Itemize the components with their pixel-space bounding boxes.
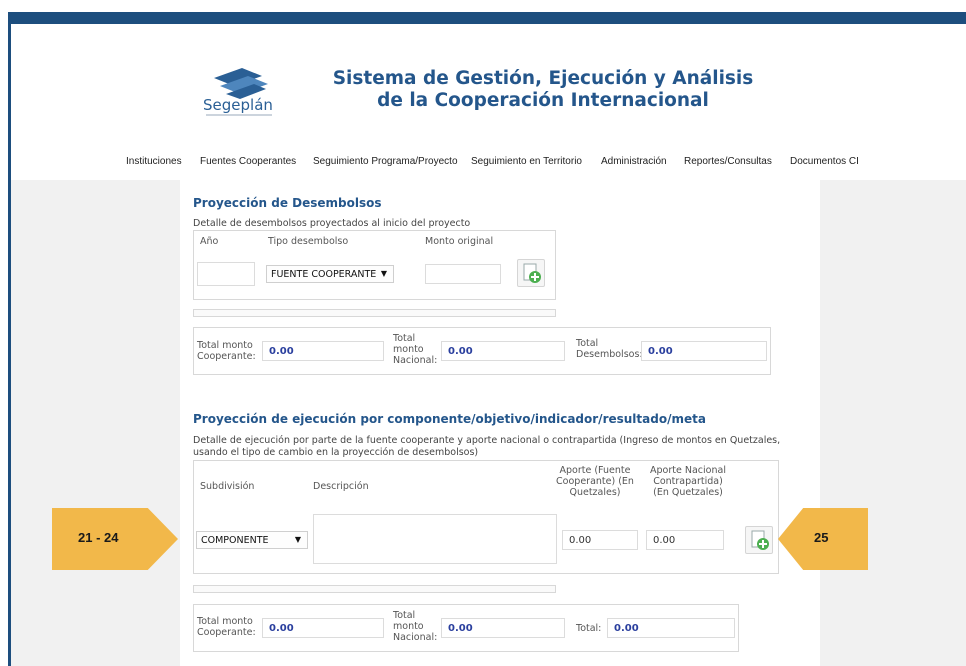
- nav-item-fuentes-cooperantes[interactable]: Fuentes Cooperantes: [200, 156, 296, 167]
- frame-top: [0, 0, 966, 12]
- add-document-icon: [523, 263, 541, 283]
- ejec-total-nacional-field: 0.00: [441, 618, 565, 638]
- nav-item-seguimiento-territorio[interactable]: Seguimiento en Territorio: [471, 156, 582, 167]
- ejec-total-label: Total:: [576, 623, 602, 634]
- col-subdivision-label: Subdivisión: [200, 481, 255, 492]
- total-cooperante-field: 0.00: [262, 341, 384, 361]
- nav-item-documentos-ci[interactable]: Documentos CI: [790, 156, 859, 167]
- tipo-desembolso-value: FUENTE COOPERANTE: [271, 269, 377, 280]
- monto-original-input[interactable]: [425, 264, 501, 284]
- ejecucion-title: Proyección de ejecución por componente/o…: [193, 412, 706, 426]
- col-tipo-desembolso-label: Tipo desembolso: [268, 236, 349, 247]
- callout-right-label: 25: [814, 530, 829, 545]
- col-descripcion-label: Descripción: [313, 481, 369, 492]
- nav-item-reportes-consultas[interactable]: Reportes/Consultas: [684, 156, 772, 167]
- add-ejecucion-button[interactable]: [745, 526, 773, 554]
- chevron-down-icon: ▼: [294, 535, 301, 544]
- page-title: Sistema de Gestión, Ejecución y Análisis…: [300, 68, 786, 112]
- aporte-nacional-input[interactable]: 0.00: [646, 530, 724, 550]
- chevron-down-icon: ▼: [380, 269, 387, 278]
- frame-left-margin: [0, 0, 8, 666]
- ejec-total-value: 0.00: [614, 623, 639, 634]
- nav-item-administracion[interactable]: Administración: [601, 156, 667, 167]
- col-monto-original-label: Monto original: [425, 236, 494, 247]
- logo-text: Segeplán: [203, 96, 273, 114]
- desembolsos-title: Proyección de Desembolsos: [193, 196, 382, 210]
- ejecucion-progress-bar: [193, 585, 556, 593]
- title-line-1: Sistema de Gestión, Ejecución y Análisis: [332, 68, 754, 89]
- ejecucion-description: Detalle de ejecución por parte de la fue…: [193, 435, 781, 458]
- nav-item-instituciones[interactable]: Instituciones: [126, 156, 182, 167]
- callout-left-label: 21 - 24: [78, 530, 119, 545]
- tipo-desembolso-select[interactable]: FUENTE COOPERANTE ▼: [266, 265, 394, 283]
- col-aporte-fuente-label: Aporte (Fuente Cooperante) (En Quetzales…: [556, 465, 634, 498]
- ejec-total-cooperante-label: Total monto Cooperante:: [197, 616, 256, 638]
- desembolsos-progress-bar: [193, 309, 556, 317]
- ejec-total-field: 0.00: [607, 618, 735, 638]
- total-nacional-value: 0.00: [448, 346, 473, 357]
- total-desembolsos-field: 0.00: [641, 341, 767, 361]
- total-cooperante-label: Total monto Cooperante:: [197, 340, 256, 362]
- ejec-total-cooperante-field: 0.00: [262, 618, 384, 638]
- total-cooperante-value: 0.00: [269, 346, 294, 357]
- ejec-total-nacional-label: Total monto Nacional:: [393, 610, 438, 643]
- total-desembolsos-label: Total Desembolsos:: [576, 338, 643, 360]
- title-line-2: de la Cooperación Internacional: [377, 90, 709, 111]
- desembolsos-description: Detalle de desembolsos proyectados al in…: [193, 218, 471, 229]
- subdivision-select[interactable]: COMPONENTE ▼: [196, 531, 308, 549]
- nav-item-seguimiento-programa[interactable]: Seguimiento Programa/Proyecto: [313, 156, 458, 167]
- total-desembolsos-value: 0.00: [648, 346, 673, 357]
- add-desembolso-button[interactable]: [517, 259, 545, 287]
- col-aporte-nacional-label: Aporte Nacional Contrapartida) (En Quetz…: [650, 465, 726, 498]
- total-nacional-field: 0.00: [441, 341, 565, 361]
- aporte-fuente-input[interactable]: 0.00: [562, 530, 638, 550]
- col-anio-label: Año: [200, 236, 219, 247]
- window-top-bar: [8, 12, 966, 24]
- ejec-total-nacional-value: 0.00: [448, 623, 473, 634]
- total-nacional-label: Total monto Nacional:: [393, 333, 438, 366]
- add-document-icon: [751, 530, 769, 550]
- logo-tagline: [206, 114, 272, 116]
- descripcion-textarea[interactable]: [313, 514, 557, 564]
- anio-input[interactable]: [197, 262, 255, 286]
- ejec-total-cooperante-value: 0.00: [269, 623, 294, 634]
- subdivision-value: COMPONENTE: [201, 535, 269, 546]
- main-nav: Instituciones Fuentes Cooperantes Seguim…: [120, 150, 876, 180]
